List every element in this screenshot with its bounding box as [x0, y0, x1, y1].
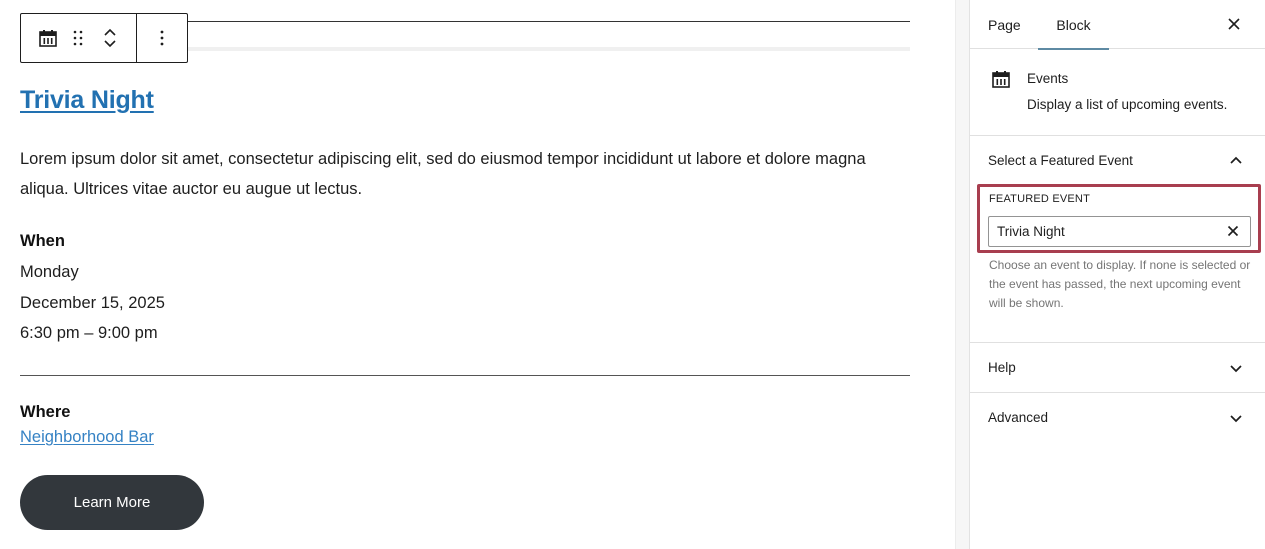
calendar-icon: [992, 71, 1010, 88]
panel-advanced-toggle[interactable]: Advanced: [970, 393, 1265, 443]
editor-canvas: Trivia Night Lorem ipsum dolor sit amet,…: [0, 0, 955, 549]
venue-link[interactable]: Neighborhood Bar: [20, 428, 154, 447]
panel-title: Advanced: [988, 410, 1049, 425]
event-date: December 15, 2025: [20, 294, 165, 312]
close-icon[interactable]: [1223, 13, 1245, 35]
panel-title: Select a Featured Event: [988, 153, 1133, 168]
tab-page[interactable]: Page: [988, 0, 1021, 49]
panel-title: Help: [988, 360, 1016, 375]
clear-selection-icon[interactable]: [1225, 223, 1241, 239]
block-name: Events: [1027, 71, 1069, 86]
chevron-down-icon: [1230, 415, 1242, 423]
featured-event-input[interactable]: [988, 216, 1251, 247]
block-mover: [99, 20, 121, 56]
sidebar-resize-gutter: [955, 0, 970, 549]
calendar-icon: [39, 30, 57, 47]
event-description: Lorem ipsum dolor sit amet, consectetur …: [20, 150, 866, 198]
chevron-down-icon: [1230, 365, 1242, 373]
learn-more-button[interactable]: Learn More: [20, 475, 204, 530]
event-day: Monday: [20, 263, 79, 281]
block-card: Events Display a list of upcoming events…: [970, 50, 1265, 136]
chevron-up-icon[interactable]: [102, 26, 118, 38]
where-label: Where: [20, 403, 71, 421]
event-time: 6:30 pm – 9:00 pm: [20, 324, 158, 342]
event-title-link[interactable]: Trivia Night: [20, 86, 154, 115]
divider: [20, 375, 910, 376]
tab-block[interactable]: Block: [1038, 0, 1109, 50]
drag-handle-button[interactable]: [67, 26, 89, 50]
sidebar-tabs: Page Block: [970, 0, 1265, 50]
settings-sidebar: Page Block Events Display a list of upco…: [970, 0, 1265, 549]
block-options-button[interactable]: [137, 14, 187, 62]
toolbar-group-main: [21, 14, 137, 62]
separator-block: [188, 21, 910, 22]
chevron-up-icon: [1230, 156, 1242, 164]
block-description: Display a list of upcoming events.: [1027, 97, 1228, 112]
more-vertical-icon: [160, 30, 164, 46]
when-label: When: [20, 232, 65, 250]
separator-shadow: [188, 47, 910, 51]
featured-event-help: Choose an event to display. If none is s…: [989, 258, 1251, 310]
block-type-button[interactable]: [37, 26, 59, 50]
drag-handle-icon: [73, 30, 83, 46]
chevron-down-icon[interactable]: [102, 38, 118, 50]
panel-select-featured-event-toggle[interactable]: Select a Featured Event: [970, 136, 1265, 186]
block-toolbar: [20, 13, 188, 63]
panel-help-toggle[interactable]: Help: [970, 343, 1265, 393]
featured-event-label: FEATURED EVENT: [989, 193, 1090, 205]
